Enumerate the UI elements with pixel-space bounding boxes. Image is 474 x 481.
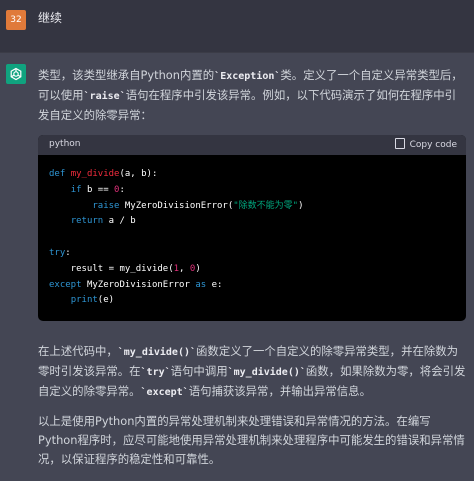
assistant-paragraph-1: 类型，该类型继承自Python内置的`Exception`类。定义了一个自定义异… — [38, 66, 466, 125]
code-block: python Copy code def my_divide(a, b): if… — [38, 135, 466, 321]
code-token: (e) — [97, 295, 115, 306]
copy-code-button[interactable]: Copy code — [394, 138, 457, 150]
assistant-avatar — [6, 64, 26, 84]
code-token: ) — [298, 200, 304, 211]
code-line: except MyZeroDivisionError as e: — [49, 278, 304, 294]
code-token: b == — [86, 184, 115, 195]
code-token: MyZeroDivisionError( — [124, 200, 234, 211]
code-token: (a, b): — [119, 169, 158, 179]
code-token: : — [65, 247, 71, 258]
code-line: raise MyZeroDivisionError("除数不能为零") — [49, 199, 304, 215]
inline-code: `Exception` — [214, 71, 281, 82]
code-content: def my_divide(a, b): if b == 0: raise My… — [49, 167, 304, 309]
assistant-paragraph-3: 以上是使用Python内置的异常处理机制来处理错误和异常情况的方法。在编写Pyt… — [38, 414, 465, 466]
code-block-header: python Copy code — [38, 135, 466, 155]
code-line: if b == 0: — [49, 183, 304, 199]
code-token: result = my_divide( — [49, 263, 174, 274]
user-message-row: 32 继续 — [0, 0, 474, 52]
user-message-text: 继续 — [38, 11, 63, 25]
code-token: if — [70, 184, 87, 195]
text-run: 在上述代码中， — [38, 344, 118, 358]
code-token: "除数不能为零" — [233, 200, 299, 211]
text-run: 语句捕获该异常，并输出异常信息。 — [188, 384, 371, 398]
code-token: return — [70, 216, 109, 227]
code-line: print(e) — [49, 293, 304, 309]
code-token: my_divide — [70, 169, 120, 179]
code-token: a / b — [108, 216, 136, 227]
inline-code: `try` — [140, 367, 171, 378]
code-token: , — [179, 263, 190, 274]
code-token: raise — [92, 200, 125, 211]
code-token: try — [49, 247, 66, 258]
inline-code: `my_divide()` — [117, 347, 197, 358]
code-token: as — [195, 279, 212, 290]
clipboard-icon — [394, 138, 405, 149]
openai-logo-icon — [10, 67, 22, 81]
code-token: ) — [195, 263, 201, 274]
code-line: def my_divide(a, b): — [49, 167, 304, 183]
text-run: 类型，该类型继承自Python内置的 — [38, 68, 215, 82]
user-avatar: 32 — [6, 10, 26, 30]
code-line: return a / b — [49, 214, 304, 230]
assistant-paragraph-2: 在上述代码中，`my_divide()`函数定义了一个自定义的除零异常类型，并在… — [38, 342, 466, 402]
code-line: try: — [49, 246, 304, 262]
inline-code: `my_divide()` — [227, 367, 306, 378]
inline-code: `except` — [140, 387, 189, 398]
text-run: 语句中调用 — [170, 364, 228, 378]
code-token: e: — [211, 279, 223, 290]
message-divider — [0, 52, 474, 53]
copy-code-label: Copy code — [409, 140, 457, 150]
code-token: : — [119, 184, 125, 195]
inline-code: `raise` — [83, 91, 126, 102]
code-token: MyZeroDivisionError — [86, 279, 196, 290]
code-token: def — [49, 169, 71, 179]
code-token: except — [49, 279, 87, 290]
code-token: print — [70, 295, 98, 306]
code-language-label: python — [49, 139, 81, 149]
code-line: result = my_divide(1, 0) — [49, 262, 304, 278]
